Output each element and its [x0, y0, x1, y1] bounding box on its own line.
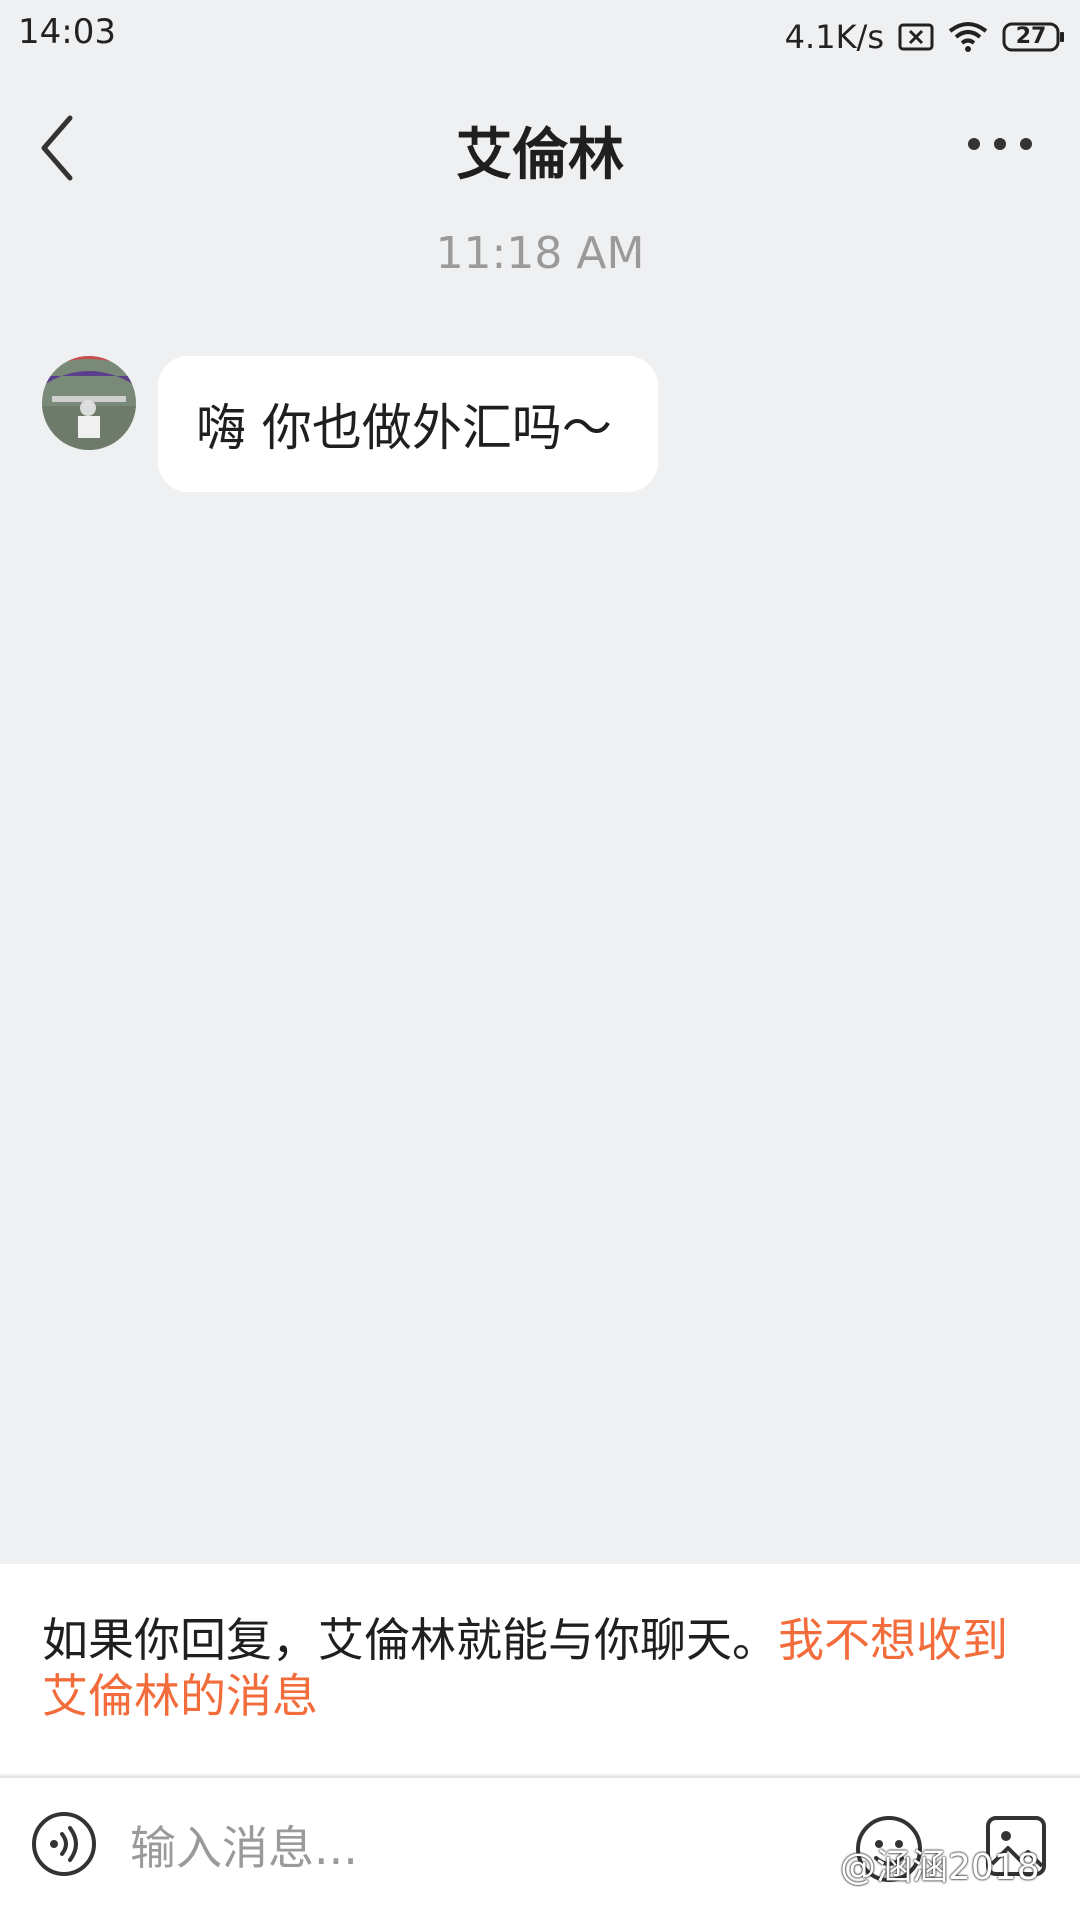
message-bubble[interactable]: 嗨 你也做外汇吗～	[158, 356, 658, 492]
more-horizontal-icon	[968, 138, 1032, 150]
notice-message: 如果你回复，艾倫林就能与你聊天。	[42, 1613, 778, 1667]
more-button[interactable]	[960, 124, 1040, 164]
wifi-icon	[948, 21, 988, 53]
reply-notice: 如果你回复，艾倫林就能与你聊天。我不想收到艾倫林的消息	[0, 1564, 1080, 1774]
voice-button[interactable]	[30, 1810, 98, 1878]
status-bar: 14:03 4.1K/s 27	[0, 0, 1080, 74]
status-time: 14:03	[18, 12, 116, 52]
network-speed: 4.1K/s	[784, 18, 884, 56]
watermark: @涵涵2018	[840, 1847, 1040, 1888]
sender-avatar[interactable]	[42, 356, 136, 450]
voice-icon	[32, 1812, 96, 1876]
battery-level: 27	[1015, 24, 1047, 49]
message-timestamp: 11:18 AM	[435, 228, 645, 279]
chat-header: 艾倫林	[0, 74, 1080, 214]
message-input[interactable]	[130, 1798, 810, 1898]
sim-x-icon	[898, 23, 934, 51]
battery-icon: 27	[1002, 22, 1066, 52]
notice-text: 如果你回复，艾倫林就能与你聊天。我不想收到艾倫林的消息	[42, 1612, 1042, 1724]
page-title: 艾倫林	[456, 123, 624, 188]
status-icons: 4.1K/s 27	[785, 12, 1066, 62]
